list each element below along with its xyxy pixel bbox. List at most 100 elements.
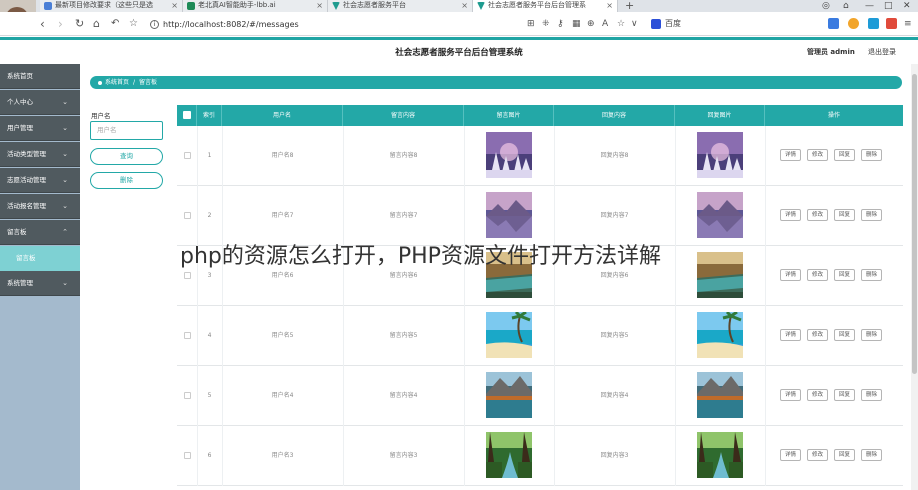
vue-icon bbox=[477, 2, 485, 10]
table-row[interactable]: 4 用户名5 留言内容5 回复内容5 详情 修改 回复 删除 bbox=[177, 306, 903, 366]
search-button[interactable]: 查询 bbox=[90, 148, 163, 165]
delete-button[interactable]: 删除 bbox=[861, 329, 882, 341]
header-select-all[interactable] bbox=[177, 105, 197, 126]
row-checkbox[interactable] bbox=[184, 272, 191, 279]
sidebar-item-system[interactable]: 系统管理 ⌄ bbox=[0, 271, 80, 296]
forward-icon[interactable]: › bbox=[58, 17, 63, 31]
edit-button[interactable]: 修改 bbox=[807, 269, 828, 281]
undo-icon[interactable]: ↶ bbox=[111, 17, 119, 31]
sidebar-item-label: 用户管理 bbox=[7, 124, 33, 132]
detail-button[interactable]: 详情 bbox=[780, 329, 801, 341]
delete-button[interactable]: 删除 bbox=[861, 449, 882, 461]
table-row[interactable]: 2 用户名7 留言内容7 回复内容7 详情 修改 回复 删除 bbox=[177, 186, 903, 246]
back-icon[interactable]: ‹ bbox=[40, 17, 45, 31]
table-row[interactable]: 1 用户名8 留言内容8 回复内容8 详情 修改 回复 删除 bbox=[177, 126, 903, 186]
row-checkbox[interactable] bbox=[184, 332, 191, 339]
reply-button[interactable]: 回复 bbox=[834, 269, 855, 281]
sidebar-subitem-messages[interactable]: 留言板 bbox=[0, 246, 80, 271]
url-input[interactable]: i http://localhost:8082/#/messages bbox=[150, 18, 470, 31]
key-icon[interactable]: ⚷ bbox=[557, 18, 564, 30]
detail-button[interactable]: 详情 bbox=[780, 149, 801, 161]
browser-tab[interactable]: 老北真AI智能助手-lbb.ai × bbox=[183, 0, 328, 12]
new-tab-button[interactable]: + bbox=[625, 0, 634, 12]
browser-tab-active[interactable]: 社会志愿者服务平台后台管理系 × bbox=[473, 0, 618, 12]
sidebar-item-profile[interactable]: 个人中心 ⌄ bbox=[0, 90, 80, 115]
delete-button[interactable]: 删除 bbox=[861, 269, 882, 281]
breadcrumb-current: 留言板 bbox=[139, 79, 158, 86]
dropdown-icon[interactable]: ∨ bbox=[631, 18, 638, 30]
favorite-icon[interactable]: ☆ bbox=[617, 18, 625, 30]
detail-button[interactable]: 详情 bbox=[780, 449, 801, 461]
close-icon[interactable]: × bbox=[171, 0, 178, 11]
row-checkbox[interactable] bbox=[184, 152, 191, 159]
menu-icon[interactable]: ≡ bbox=[904, 18, 912, 30]
reply-button[interactable]: 回复 bbox=[834, 329, 855, 341]
username-search-input[interactable]: 用户名 bbox=[90, 121, 163, 140]
detail-button[interactable]: 详情 bbox=[780, 389, 801, 401]
column-divider bbox=[554, 306, 555, 366]
browser-tab-bar: 最新项目修改要求（这些只是选 × 老北真AI智能助手-lbb.ai × 社会志愿… bbox=[0, 0, 918, 12]
split-icon[interactable]: ⊞ bbox=[527, 18, 535, 30]
sidebar-item-messages[interactable]: 留言板 ⌃ bbox=[0, 220, 80, 245]
reply-button[interactable]: 回复 bbox=[834, 149, 855, 161]
sidebar-item-home[interactable]: 系统首页 bbox=[0, 64, 80, 89]
grid-icon[interactable]: ⁜ bbox=[542, 18, 550, 30]
breadcrumb-home[interactable]: 系统首页 bbox=[105, 79, 129, 86]
home-icon[interactable]: ⌂ bbox=[93, 17, 100, 31]
scrollbar-thumb[interactable] bbox=[912, 74, 917, 374]
tab-search-icon[interactable]: ◎ bbox=[822, 0, 830, 12]
zoom-icon[interactable]: ⊕ bbox=[587, 18, 595, 30]
shirt-icon[interactable]: ⌂ bbox=[843, 0, 849, 12]
scissors-icon[interactable] bbox=[886, 18, 897, 29]
sidebar-item-activity-types[interactable]: 活动类型管理 ⌄ bbox=[0, 142, 80, 167]
reply-button[interactable]: 回复 bbox=[834, 209, 855, 221]
star-icon[interactable]: ☆ bbox=[129, 17, 138, 31]
translate-icon[interactable]: A bbox=[602, 18, 608, 30]
detail-button[interactable]: 详情 bbox=[780, 269, 801, 281]
table-row[interactable]: 5 用户名4 留言内容4 回复内容4 详情 修改 回复 删除 bbox=[177, 366, 903, 426]
edit-button[interactable]: 修改 bbox=[807, 209, 828, 221]
delete-button[interactable]: 删除 bbox=[861, 209, 882, 221]
browser-tab[interactable]: 最新项目修改要求（这些只是选 × bbox=[40, 0, 183, 12]
reply-image bbox=[697, 252, 743, 298]
sidebar-item-registrations[interactable]: 活动报名管理 ⌄ bbox=[0, 194, 80, 219]
reload-icon[interactable]: ↻ bbox=[75, 17, 84, 31]
extension-icon[interactable] bbox=[828, 18, 839, 29]
edit-button[interactable]: 修改 bbox=[807, 149, 828, 161]
edit-button[interactable]: 修改 bbox=[807, 329, 828, 341]
row-checkbox[interactable] bbox=[184, 452, 191, 459]
close-icon[interactable]: × bbox=[461, 0, 468, 11]
cell-message-content: 留言内容5 bbox=[389, 332, 418, 339]
extension-icon[interactable] bbox=[848, 18, 859, 29]
delete-button[interactable]: 删除 bbox=[861, 149, 882, 161]
minimize-icon[interactable]: — bbox=[865, 0, 874, 12]
search-engine-box[interactable]: 百度 bbox=[651, 17, 801, 31]
cell-message-content: 留言内容3 bbox=[389, 452, 418, 459]
checkbox-icon[interactable] bbox=[183, 111, 191, 119]
table-header: 索引 用户名 留言内容 留言图片 回复内容 回复图片 操作 bbox=[177, 105, 903, 126]
detail-button[interactable]: 详情 bbox=[780, 209, 801, 221]
edit-button[interactable]: 修改 bbox=[807, 389, 828, 401]
sidebar-item-users[interactable]: 用户管理 ⌄ bbox=[0, 116, 80, 141]
reply-button[interactable]: 回复 bbox=[834, 449, 855, 461]
cell-message-content: 留言内容7 bbox=[389, 212, 418, 219]
row-checkbox[interactable] bbox=[184, 392, 191, 399]
extension-icon[interactable] bbox=[868, 18, 879, 29]
batch-delete-button[interactable]: 删除 bbox=[90, 172, 163, 189]
browser-tab[interactable]: 社会志愿者服务平台 × bbox=[328, 0, 473, 12]
reply-button[interactable]: 回复 bbox=[834, 389, 855, 401]
page-scrollbar[interactable] bbox=[911, 64, 918, 490]
close-window-icon[interactable]: ✕ bbox=[903, 0, 911, 12]
column-divider bbox=[765, 426, 766, 486]
logout-link[interactable]: 退出登录 bbox=[868, 47, 896, 57]
table-row[interactable]: 6 用户名3 留言内容3 回复内容3 详情 修改 回复 删除 bbox=[177, 426, 903, 486]
close-icon[interactable]: × bbox=[316, 0, 323, 11]
sidebar-item-volunteer-activities[interactable]: 志愿活动管理 ⌄ bbox=[0, 168, 80, 193]
row-checkbox[interactable] bbox=[184, 212, 191, 219]
delete-button[interactable]: 删除 bbox=[861, 389, 882, 401]
info-icon: i bbox=[150, 20, 159, 29]
close-icon[interactable]: × bbox=[606, 0, 613, 11]
edit-button[interactable]: 修改 bbox=[807, 449, 828, 461]
qr-icon[interactable]: ▦ bbox=[572, 18, 581, 30]
maximize-icon[interactable]: □ bbox=[884, 0, 893, 12]
